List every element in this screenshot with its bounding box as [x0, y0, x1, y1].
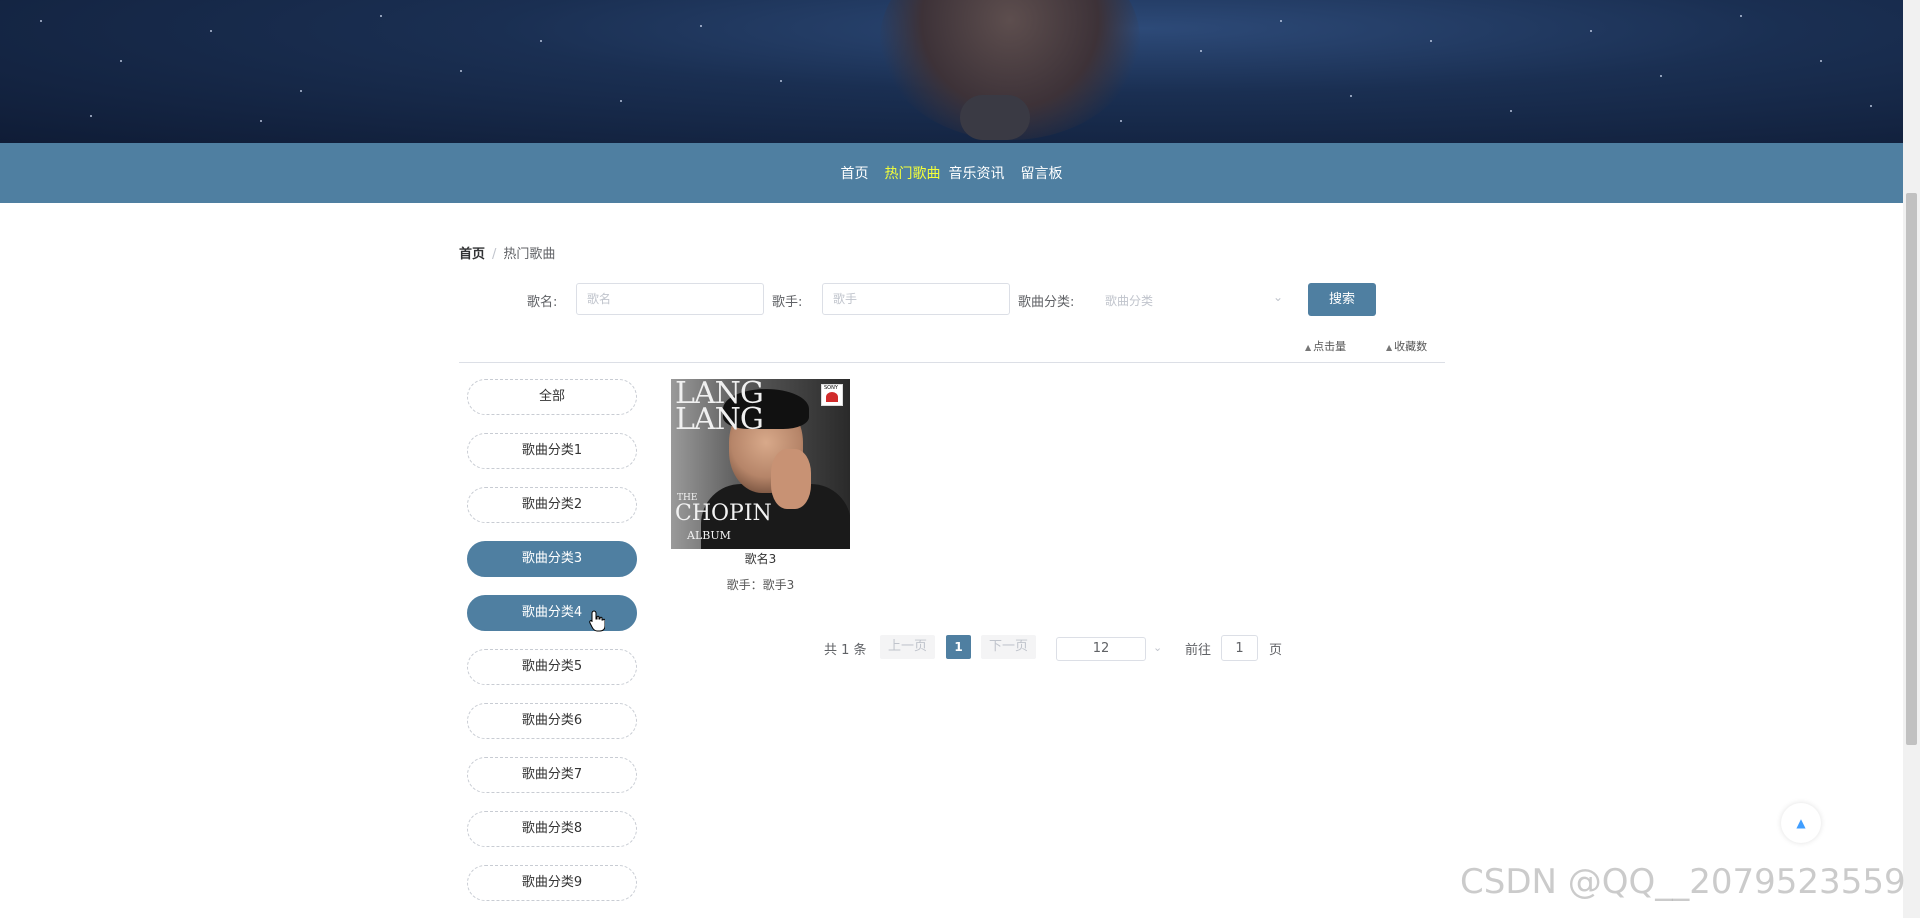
cover-text-line5: ALBUM — [687, 529, 731, 542]
watermark: CSDN @QQ__2079523559 — [1460, 862, 1906, 902]
sort-by-favorites[interactable]: ▲︎ 收藏数 — [1386, 338, 1427, 354]
sort-clicks-label: 点击量 — [1313, 340, 1347, 353]
category-item[interactable]: 歌曲分类8 — [467, 811, 637, 847]
breadcrumb-separator: / — [492, 247, 497, 262]
pagination-prev-button[interactable]: 上一页 — [880, 635, 936, 659]
hand-cursor-icon — [589, 610, 605, 632]
category-select[interactable]: 歌曲分类 ⌄ — [1095, 283, 1295, 315]
main-nav: 首页 热门歌曲 音乐资讯 留言板 — [0, 143, 1903, 203]
nav-item-hot-songs[interactable]: 热门歌曲 — [885, 163, 941, 183]
category-item[interactable]: 歌曲分类6 — [467, 703, 637, 739]
sort-icon: ▲︎ — [1386, 343, 1393, 352]
nav-item-music-news[interactable]: 音乐资讯 — [949, 163, 1005, 183]
category-all[interactable]: 全部 — [467, 379, 637, 415]
search-button[interactable]: 搜索 — [1308, 283, 1376, 316]
singer-input[interactable] — [822, 283, 1010, 315]
nav-item-message-board[interactable]: 留言板 — [1021, 163, 1063, 183]
category-item[interactable]: 歌曲分类1 — [467, 433, 637, 469]
chevron-down-icon: ⌄ — [1153, 641, 1163, 654]
singer-label: 歌手: — [772, 295, 803, 310]
scrollbar-thumb[interactable] — [1906, 193, 1917, 745]
search-bar: 歌名: 歌手: 歌曲分类: 歌曲分类 ⌄ 搜索 — [0, 283, 1920, 317]
pagination-goto-label: 前往 — [1185, 643, 1212, 658]
page-scrollbar[interactable] — [1903, 0, 1920, 918]
cover-text-line2: LANG — [675, 402, 764, 437]
song-name[interactable]: 歌名3 — [671, 550, 850, 567]
banner-figure-base — [960, 95, 1030, 140]
song-cover-image[interactable]: LANG LANG THE CHOPIN ALBUM SONY — [671, 379, 850, 549]
category-item[interactable]: 歌曲分类5 — [467, 649, 637, 685]
song-name-input[interactable] — [576, 283, 764, 315]
sort-icon: ▲︎ — [1305, 343, 1312, 352]
category-item-active[interactable]: 歌曲分类4 — [467, 595, 637, 631]
category-item[interactable]: 歌曲分类7 — [467, 757, 637, 793]
pagination-total: 共 1 条 — [824, 643, 867, 658]
breadcrumb-current: 热门歌曲 — [503, 247, 556, 262]
pagination-page-suffix: 页 — [1269, 643, 1283, 658]
pagination-page-1[interactable]: 1 — [946, 635, 971, 659]
content-divider — [459, 362, 1445, 363]
category-label: 歌曲分类: — [1018, 295, 1075, 310]
category-item-active[interactable]: 歌曲分类3 — [467, 541, 637, 577]
sort-favorites-label: 收藏数 — [1394, 340, 1428, 353]
song-name-label: 歌名: — [527, 295, 558, 310]
category-item[interactable]: 歌曲分类2 — [467, 487, 637, 523]
breadcrumb-home[interactable]: 首页 — [459, 247, 485, 262]
nav-item-home[interactable]: 首页 — [841, 163, 869, 183]
record-label-logo: SONY — [821, 384, 843, 406]
pagination-next-button[interactable]: 下一页 — [981, 635, 1037, 659]
back-to-top-button[interactable]: ▲ — [1781, 803, 1821, 843]
chevron-down-icon: ⌄ — [1272, 290, 1283, 304]
caret-up-icon: ▲ — [1796, 816, 1806, 830]
cover-text-line4: CHOPIN — [675, 501, 772, 526]
category-select-placeholder: 歌曲分类 — [1105, 294, 1154, 308]
category-item[interactable]: 歌曲分类9 — [467, 865, 637, 901]
page-size-select[interactable]: 12 — [1056, 637, 1146, 661]
pagination-goto-input[interactable] — [1221, 635, 1258, 661]
header-banner — [0, 0, 1903, 143]
breadcrumb: 首页 / 热门歌曲 — [459, 243, 555, 262]
song-singer: 歌手：歌手3 — [726, 578, 795, 592]
sort-by-clicks[interactable]: ▲︎ 点击量 — [1305, 338, 1346, 354]
